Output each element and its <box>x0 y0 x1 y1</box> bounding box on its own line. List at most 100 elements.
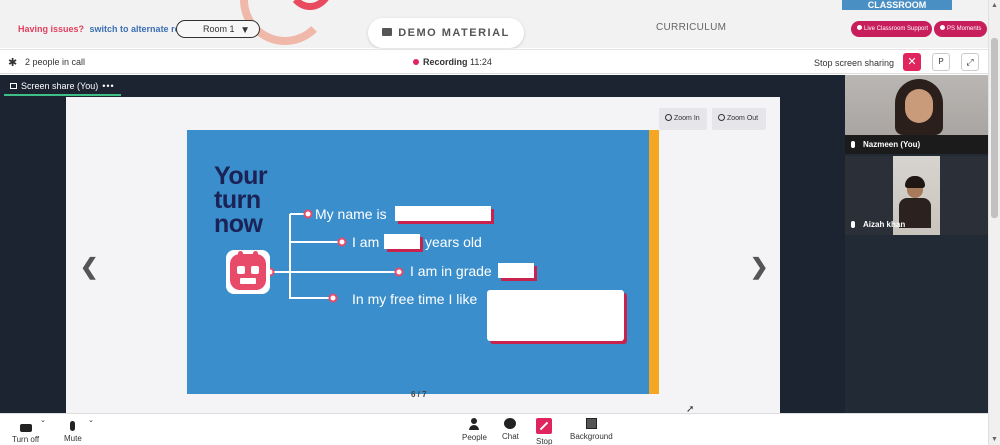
zoom-out-label: Zoom Out <box>727 115 759 122</box>
stop-share-button-label: Stop <box>536 437 553 445</box>
participant-tile[interactable]: Nazmeen (You) <box>845 75 988 154</box>
robot-eye <box>237 266 245 274</box>
grade-answer-box[interactable] <box>498 263 534 278</box>
microphone-icon <box>70 421 76 431</box>
mic-icon <box>851 221 855 228</box>
prompt-name: My name is <box>315 206 387 222</box>
curriculum-link[interactable]: CURRICULUM <box>656 22 726 33</box>
participant-name: Nazmeen (You) <box>851 140 920 149</box>
room-select-value: Room 1 <box>203 24 235 34</box>
slide-counter: 6 / 7 <box>411 390 427 399</box>
ps-moments-label: PS Moments <box>947 26 982 32</box>
background-button[interactable]: Background <box>570 418 613 441</box>
stop-share-button[interactable]: Stop <box>536 418 552 445</box>
caret-down-icon: ▼ <box>240 25 250 36</box>
robot-icon <box>226 250 270 294</box>
scroll-down-arrow-icon[interactable]: ▼ <box>991 436 998 443</box>
slide-title: Your turn now <box>214 162 268 238</box>
stop-sharing-button[interactable]: ✕ <box>903 53 921 71</box>
free-time-answer-box[interactable] <box>487 290 624 341</box>
slide-title-line: Your <box>214 162 268 190</box>
robot-eye <box>251 266 259 274</box>
app-root: Having issues? switch to alternate room … <box>0 0 1000 445</box>
recording-dot-icon <box>413 59 419 65</box>
screen-share-stage: Screen share (You) ••• Zoom In Zoom Out ❮… <box>0 75 845 415</box>
slide: Your turn now My name is I am years old … <box>187 130 659 394</box>
robot-antenna <box>238 251 243 256</box>
recording-status: Recording 11:24 <box>413 57 492 67</box>
moments-icon <box>940 25 945 30</box>
stop-sharing-label: Stop screen sharing <box>814 58 895 68</box>
mic-icon <box>851 141 855 148</box>
participant-name-text: Nazmeen (You) <box>863 140 921 149</box>
live-support-button[interactable]: Live Classroom Support <box>851 21 932 37</box>
ps-moments-button[interactable]: PS Moments <box>934 21 987 37</box>
screen-share-tab[interactable]: Screen share (You) ••• <box>4 78 121 96</box>
name-answer-box[interactable] <box>395 206 491 221</box>
support-icon <box>857 25 862 30</box>
call-header: ✱ 2 people in call Recording 11:24 Stop … <box>0 49 988 74</box>
fullscreen-button[interactable]: ⤢ <box>961 53 979 71</box>
participant-name-text: Aizah khan <box>863 220 906 229</box>
camera-options-chevron-icon[interactable]: ⌄ <box>40 416 46 424</box>
people-button[interactable]: People <box>462 418 487 442</box>
live-support-label: Live Classroom Support <box>864 26 929 32</box>
screen-share-tab-label: Screen share (You) <box>21 81 99 91</box>
participant-face <box>905 89 933 123</box>
stop-share-icon <box>536 418 553 434</box>
age-answer-box[interactable] <box>384 234 420 249</box>
people-button-label: People <box>462 433 487 442</box>
zoom-out-icon <box>718 114 725 121</box>
participant-video <box>845 75 988 135</box>
people-count: 2 people in call <box>25 57 86 67</box>
p-button[interactable]: P <box>932 53 950 71</box>
demo-material-label: DEMO MATERIAL <box>398 27 510 39</box>
zoom-in-icon <box>665 114 672 121</box>
scrollbar-thumb[interactable] <box>991 38 998 218</box>
mute-button-label: Mute <box>64 434 82 443</box>
background-icon <box>585 418 597 429</box>
people-icon <box>469 418 480 430</box>
robot-antenna <box>253 251 258 256</box>
camera-button[interactable]: Turn off <box>12 418 39 444</box>
robot-face <box>230 251 266 290</box>
call-toolbar: Turn off ⌄ Mute ⌄ People Chat Stop Backg… <box>0 413 988 445</box>
chat-button[interactable]: Chat <box>502 418 519 441</box>
zoom-in-button[interactable]: Zoom In <box>659 108 707 130</box>
mute-button[interactable]: Mute <box>64 418 82 443</box>
prompt-age-after: years old <box>425 234 482 250</box>
slide-title-line: now <box>214 210 263 238</box>
demo-material-button[interactable]: DEMO MATERIAL <box>368 18 524 48</box>
prompt-grade: I am in grade <box>410 263 492 279</box>
previous-slide-chevron-icon[interactable]: ❮ <box>80 254 98 280</box>
background-button-label: Background <box>570 432 613 441</box>
slide-title-line: turn <box>214 186 261 214</box>
participant-hair <box>905 176 925 188</box>
recording-label: Recording <box>423 57 468 67</box>
close-icon: ✕ <box>907 56 917 68</box>
classroom-tab[interactable]: CLASSROOM <box>842 0 952 10</box>
zoom-out-button[interactable]: Zoom Out <box>712 108 766 130</box>
zoom-in-label: Zoom In <box>674 115 700 122</box>
issues-text: Having issues? <box>18 24 85 34</box>
expand-icon: ⤢ <box>966 57 974 67</box>
page-scrollbar[interactable]: ▲ ▼ <box>988 0 1000 445</box>
next-slide-chevron-icon[interactable]: ❯ <box>750 254 768 280</box>
chat-button-label: Chat <box>502 432 519 441</box>
camera-icon <box>19 424 32 432</box>
participant-name: Aizah khan <box>851 220 905 229</box>
participants-panel: Nazmeen (You) Aizah khan <box>845 75 988 413</box>
chat-icon <box>504 418 517 429</box>
room-select[interactable]: Room 1 ▼ <box>176 20 260 38</box>
screen-icon <box>10 83 17 89</box>
scroll-up-arrow-icon[interactable]: ▲ <box>991 2 998 9</box>
prompt-age-before: I am <box>352 234 380 250</box>
more-options-icon[interactable]: ••• <box>102 81 114 91</box>
folder-icon <box>382 28 393 36</box>
gear-icon[interactable]: ✱ <box>8 56 17 69</box>
recording-time: 11:24 <box>470 57 492 67</box>
mic-options-chevron-icon[interactable]: ⌄ <box>88 416 94 424</box>
prompt-free-time: In my free time I like <box>352 291 478 307</box>
participant-tile[interactable]: Aizah khan <box>845 156 988 235</box>
shared-screen: Zoom In Zoom Out ❮ ❯ Your turn now My na… <box>66 97 780 415</box>
